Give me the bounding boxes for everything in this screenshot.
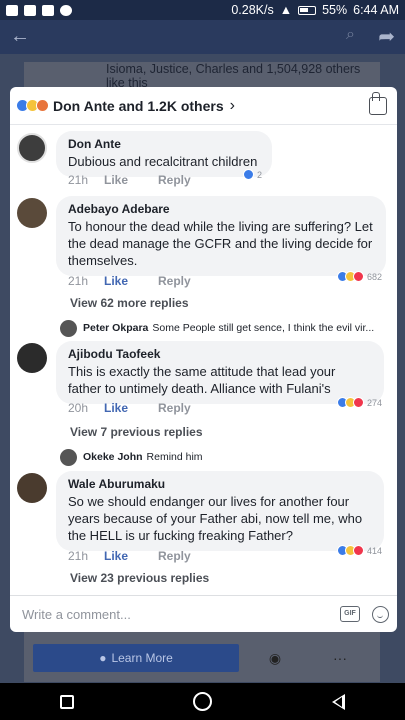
like-button[interactable]: Like [104, 401, 158, 415]
comment-time: 20h [68, 401, 89, 415]
reaction-stack [16, 99, 49, 112]
comment-time: 21h [68, 274, 89, 288]
reply-text: Some People still get sence, I think the… [152, 322, 375, 334]
whatsapp-notification-icon [60, 4, 72, 16]
facebook-notification-icon [6, 4, 18, 16]
system-status: 0.28K/s ▲ 55% 6:44 AM [231, 3, 399, 17]
reaction-number: 2 [256, 169, 262, 180]
avatar[interactable] [17, 473, 47, 503]
comment-author[interactable]: Wale Aburumaku [68, 477, 372, 491]
clock: 6:44 AM [353, 3, 399, 17]
messenger-notification-icon [42, 4, 54, 16]
comment-actions: 21h Like Reply [68, 274, 191, 288]
background-toolbar: ← ⌕ ➦ [0, 20, 405, 54]
comment-actions: 21h Like Reply [68, 173, 191, 187]
home-button[interactable] [193, 692, 213, 711]
like-post-button[interactable] [369, 91, 387, 115]
notification-icons [6, 4, 72, 16]
image-notification-icon [24, 4, 36, 16]
comment-bubble: Adebayo Adebare To honour the dead while… [56, 196, 386, 276]
comment-text: This is exactly the same attitude that l… [68, 364, 336, 396]
info-icon: ● [99, 651, 107, 665]
network-speed: 0.28K/s [231, 3, 274, 17]
view-previous-replies-link[interactable]: View 23 previous replies [70, 571, 209, 585]
reply-button[interactable]: Reply [158, 173, 191, 187]
reaction-count[interactable]: 682 [336, 271, 382, 282]
like-button[interactable]: Like [104, 549, 158, 563]
reply-preview[interactable]: Okeke John Remind him [60, 447, 390, 467]
comment-time: 21h [68, 173, 89, 187]
comment-text: Dubious and recalcitrant children [68, 154, 258, 169]
view-previous-replies-link[interactable]: View 7 previous replies [70, 425, 203, 439]
like-button[interactable]: Like [104, 173, 158, 187]
battery-percent: 55% [322, 3, 348, 17]
comments-modal: Don Ante and 1.2K others › Don Ante Dubi… [10, 87, 397, 632]
recent-apps-button[interactable] [59, 694, 74, 709]
comment-author[interactable]: Don Ante [68, 137, 260, 151]
learn-more-button[interactable]: ● Learn More [33, 644, 239, 672]
comment-composer: Write a comment... GIF [10, 595, 397, 632]
like-reaction-icon [242, 169, 254, 180]
comment-bubble: Ajibodu Taofeek This is exactly the same… [56, 341, 384, 404]
comment-author[interactable]: Ajibodu Taofeek [68, 347, 372, 361]
like-button[interactable]: Like [104, 274, 158, 288]
love-reaction-icon [352, 545, 364, 556]
view-more-replies-link[interactable]: View 62 more replies [70, 296, 189, 310]
reactors-summary[interactable]: Don Ante and 1.2K others [53, 98, 224, 114]
reply-avatar [60, 448, 77, 466]
reaction-number: 682 [366, 271, 382, 282]
avatar[interactable] [17, 198, 47, 228]
love-reaction-icon [352, 271, 364, 282]
learn-more-label: Learn More [111, 651, 173, 665]
comment-item: Ajibodu Taofeek This is exactly the same… [10, 341, 397, 481]
reaction-count[interactable]: 274 [336, 397, 382, 408]
search-icon[interactable]: ⌕ [346, 26, 355, 44]
comment-author[interactable]: Adebayo Adebare [68, 202, 374, 216]
reply-author: Peter Okpara [83, 322, 149, 334]
reply-text: Remind him [146, 451, 203, 463]
comment-text: To honour the dead while the living are … [68, 219, 373, 268]
reaction-number: 274 [366, 397, 382, 408]
reaction-count[interactable]: 2 [242, 169, 262, 180]
write-comment-input[interactable]: Write a comment... [18, 601, 340, 627]
angry-reaction-icon [36, 99, 49, 112]
comment-item: Don Ante Dubious and recalcitrant childr… [10, 131, 397, 191]
comment-list[interactable]: Don Ante Dubious and recalcitrant childr… [10, 125, 397, 595]
comment-actions: 21h Like Reply [68, 549, 191, 563]
comment-actions: 20h Like Reply [68, 401, 191, 415]
messenger-icon[interactable]: ◉ [255, 644, 295, 672]
reply-button[interactable]: Reply [158, 401, 191, 415]
reaction-number: 414 [366, 545, 382, 556]
reaction-count[interactable]: 414 [336, 545, 382, 556]
status-bar: 0.28K/s ▲ 55% 6:44 AM [0, 0, 405, 20]
comment-time: 21h [68, 549, 89, 563]
back-button[interactable] [332, 693, 346, 710]
avatar[interactable] [17, 343, 47, 373]
reply-avatar [60, 319, 77, 337]
reply-button[interactable]: Reply [158, 549, 191, 563]
comment-bubble: Don Ante Dubious and recalcitrant childr… [56, 131, 272, 177]
emoji-icon[interactable] [372, 605, 389, 623]
love-reaction-icon [352, 397, 364, 408]
reply-author: Okeke John [83, 451, 143, 463]
signal-icon: ▲ [279, 3, 293, 17]
more-dots-icon[interactable]: ··· [320, 644, 360, 672]
modal-header[interactable]: Don Ante and 1.2K others › [10, 87, 397, 125]
share-icon[interactable]: ➦ [378, 24, 395, 49]
gif-button[interactable]: GIF [340, 606, 360, 622]
background-likes-summary: Isioma, Justice, Charles and 1,504,928 o… [106, 62, 361, 90]
comment-text: So we should endanger our lives for anot… [68, 494, 363, 543]
reply-button[interactable]: Reply [158, 274, 191, 288]
chevron-right-icon: › [229, 96, 235, 114]
comment-item: Wale Aburumaku So we should endanger our… [10, 471, 397, 595]
comment-bubble: Wale Aburumaku So we should endanger our… [56, 471, 384, 551]
reply-preview[interactable]: Peter Okpara Some People still get sence… [60, 318, 390, 338]
avatar[interactable] [17, 133, 47, 163]
battery-icon [298, 5, 317, 15]
back-arrow-icon[interactable]: ← [10, 25, 30, 48]
android-navigation-bar [0, 683, 405, 720]
